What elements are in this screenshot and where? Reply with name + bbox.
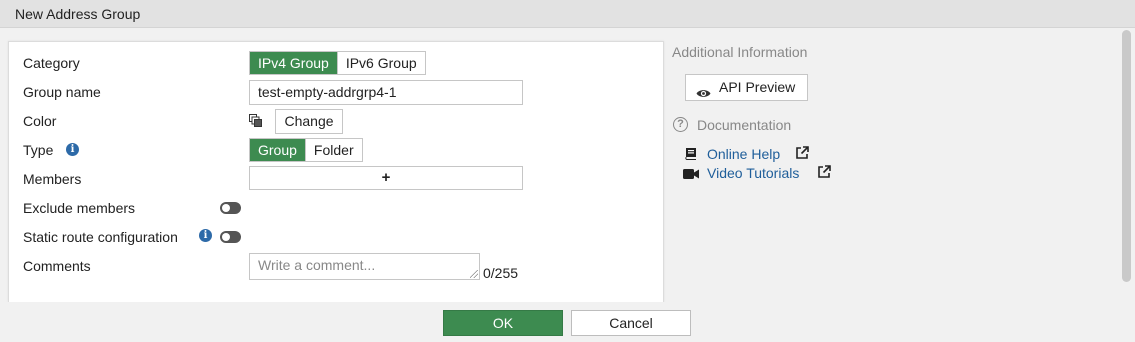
type-label: Type [23, 142, 54, 158]
exclude-members-label: Exclude members [23, 200, 136, 216]
exclude-members-toggle[interactable] [220, 202, 241, 214]
color-change-button[interactable]: Change [275, 109, 343, 134]
vertical-scrollbar[interactable] [1122, 30, 1131, 282]
eye-icon [696, 82, 711, 107]
dialog-titlebar: New Address Group [0, 0, 1135, 28]
category-option-ipv6[interactable]: IPv6 Group [336, 52, 425, 74]
online-help-link[interactable]: Online Help [707, 146, 780, 162]
additional-info-heading: Additional Information [672, 44, 808, 60]
static-route-info-icon[interactable]: i [199, 229, 212, 242]
static-route-label: Static route configuration [23, 229, 178, 245]
type-option-group[interactable]: Group [250, 139, 305, 161]
dialog-footer [0, 302, 1135, 342]
category-segmented-control: IPv4 Group IPv6 Group [249, 51, 426, 75]
dialog-title: New Address Group [15, 6, 141, 22]
type-info-icon[interactable]: i [66, 143, 79, 156]
book-icon [684, 147, 697, 163]
form-panel: Category IPv4 Group IPv6 Group Group nam… [8, 41, 664, 302]
comments-label: Comments [23, 258, 91, 274]
external-link-icon[interactable] [795, 146, 809, 163]
group-name-input[interactable]: test-empty-addrgrp4-1 [249, 80, 523, 105]
comments-textarea[interactable]: Write a comment... [249, 253, 480, 280]
category-label: Category [23, 55, 80, 71]
members-label: Members [23, 171, 82, 187]
static-route-toggle[interactable] [220, 231, 241, 243]
type-segmented-control: Group Folder [249, 138, 363, 162]
api-preview-button[interactable]: API Preview [685, 74, 808, 101]
api-preview-label: API Preview [719, 79, 796, 95]
color-label: Color [23, 113, 57, 129]
comments-char-counter: 0/255 [483, 265, 519, 281]
category-option-ipv4[interactable]: IPv4 Group [250, 52, 337, 74]
members-add-field[interactable]: + [249, 166, 523, 190]
video-camera-icon [683, 167, 699, 183]
ok-button[interactable]: OK [443, 310, 563, 336]
documentation-heading: Documentation [697, 117, 792, 133]
cancel-button[interactable]: Cancel [571, 310, 691, 336]
group-name-label: Group name [23, 84, 101, 100]
external-link-icon[interactable] [817, 165, 831, 182]
video-tutorials-link[interactable]: Video Tutorials [707, 165, 799, 181]
type-option-folder[interactable]: Folder [304, 139, 362, 161]
question-circle-icon: ? [673, 117, 688, 132]
color-swatch-icon [249, 114, 262, 127]
